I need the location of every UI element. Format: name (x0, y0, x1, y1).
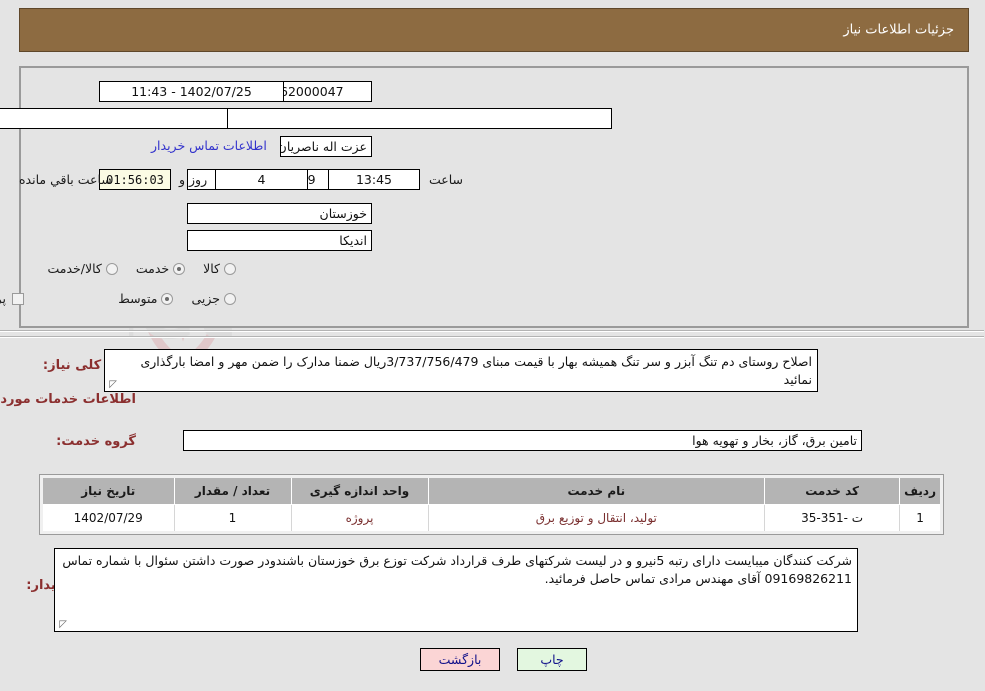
table-header-row: ردیف کد خدمت نام خدمت واحد اندازه گیری ت… (44, 478, 941, 505)
divider-top (0, 330, 985, 332)
radio-category-khedmat[interactable] (174, 262, 187, 275)
city-field[interactable]: اندیکا (188, 230, 373, 251)
td-need-date: 1402/07/29 (44, 504, 175, 531)
deadline-hour-label: ساعت (430, 172, 465, 187)
table-row[interactable]: 1 ت -351-35 تولید، انتقال و توزیع برق پر… (44, 504, 941, 531)
description-text: اصلاح روستای دم تنگ آبزر و سر تنگ همیشه … (141, 354, 813, 387)
page-root: ArtaTender.net جزئیات اطلاعات نیاز شماره… (0, 0, 985, 691)
radio-category-kala-khedmat-label: کالا/خدمت (48, 261, 103, 276)
countdown-label: ساعت باقي مانده (20, 172, 113, 187)
td-row-no: 1 (900, 504, 941, 531)
services-section-heading: اطلاعات خدمات مورد نیاز (0, 392, 137, 407)
buyer-org-overflow-field[interactable] (228, 108, 613, 129)
radio-purchase-jozi-label: جزیی (192, 291, 221, 306)
treasury-note-row: پرداخت تمام یا بخشی از مبلغ خرید،از محل … (0, 291, 25, 307)
announce-datetime-field[interactable]: 1402/07/25 - 11:43 (100, 81, 285, 102)
radio-category-khedmat-label: خدمت (136, 261, 171, 276)
radio-category-kala[interactable] (225, 262, 237, 275)
radio-category-kala-khedmat[interactable] (106, 262, 119, 275)
radio-purchase-motavaset-label: متوسط (119, 291, 159, 306)
description-textarea[interactable]: اصلاح روستای دم تنگ آبزر و سر تنگ همیشه … (105, 349, 819, 392)
buyer-contact-link[interactable]: اطلاعات تماس خریدار (152, 138, 268, 153)
page-title: جزئیات اطلاعات نیاز (844, 22, 955, 38)
radio-purchase-jozi[interactable] (225, 292, 237, 305)
buyer-notes-text: شرکت کنندگان میبایست دارای رتبه 5نیرو و … (63, 553, 853, 586)
purchase-type-radio-group: جزیی متوسط (115, 291, 237, 306)
print-button[interactable]: چاپ (518, 648, 588, 671)
province-field[interactable]: خوزستان (188, 203, 373, 224)
radio-category-kala-label: کالا (204, 261, 221, 276)
th-row-no: ردیف (900, 478, 941, 505)
services-table-wrapper: ردیف کد خدمت نام خدمت واحد اندازه گیری ت… (40, 474, 945, 535)
remaining-days-field[interactable]: 4 (216, 169, 309, 190)
th-unit: واحد اندازه گیری (291, 478, 429, 505)
treasury-note-text: پرداخت تمام یا بخشی از مبلغ خرید،از محل … (0, 291, 7, 306)
th-need-date: تاریخ نیاز (44, 478, 175, 505)
service-group-label: گروه خدمت: (57, 434, 137, 449)
radio-purchase-motavaset[interactable] (162, 292, 175, 305)
td-service-code: ت -351-35 (765, 504, 901, 531)
header-bar: جزئیات اطلاعات نیاز (20, 8, 970, 52)
buyer-notes-textarea[interactable]: شرکت کنندگان میبایست دارای رتبه 5نیرو و … (55, 548, 859, 632)
need-info-panel (20, 66, 970, 328)
services-table: ردیف کد خدمت نام خدمت واحد اندازه گیری ت… (44, 478, 941, 531)
category-radio-group: کالا خدمت کالا/خدمت (44, 261, 237, 276)
td-service-name: تولید، انتقال و توزیع برق (428, 504, 766, 531)
deadline-time-field[interactable]: 13:45 (329, 169, 421, 190)
resize-grip-icon[interactable]: ◸ (108, 380, 118, 390)
service-group-field[interactable]: تامین برق، گاز، بخار و تهویه هوا (184, 430, 863, 451)
divider-top-2 (0, 336, 985, 338)
td-unit: پروژه (291, 504, 429, 531)
requester-field[interactable]: عزت اله ناصریان کاربرداز توزیع برق شهرست… (281, 136, 373, 157)
th-service-name: نام خدمت (428, 478, 766, 505)
remaining-days-label: روز و (180, 172, 209, 187)
resize-grip-icon-notes[interactable]: ◸ (58, 620, 68, 630)
th-service-code: کد خدمت (765, 478, 901, 505)
back-button[interactable]: بازگشت (421, 648, 501, 671)
td-quantity: 1 (174, 504, 292, 531)
treasury-checkbox[interactable] (13, 293, 25, 305)
th-quantity: تعداد / مقدار (174, 478, 292, 505)
